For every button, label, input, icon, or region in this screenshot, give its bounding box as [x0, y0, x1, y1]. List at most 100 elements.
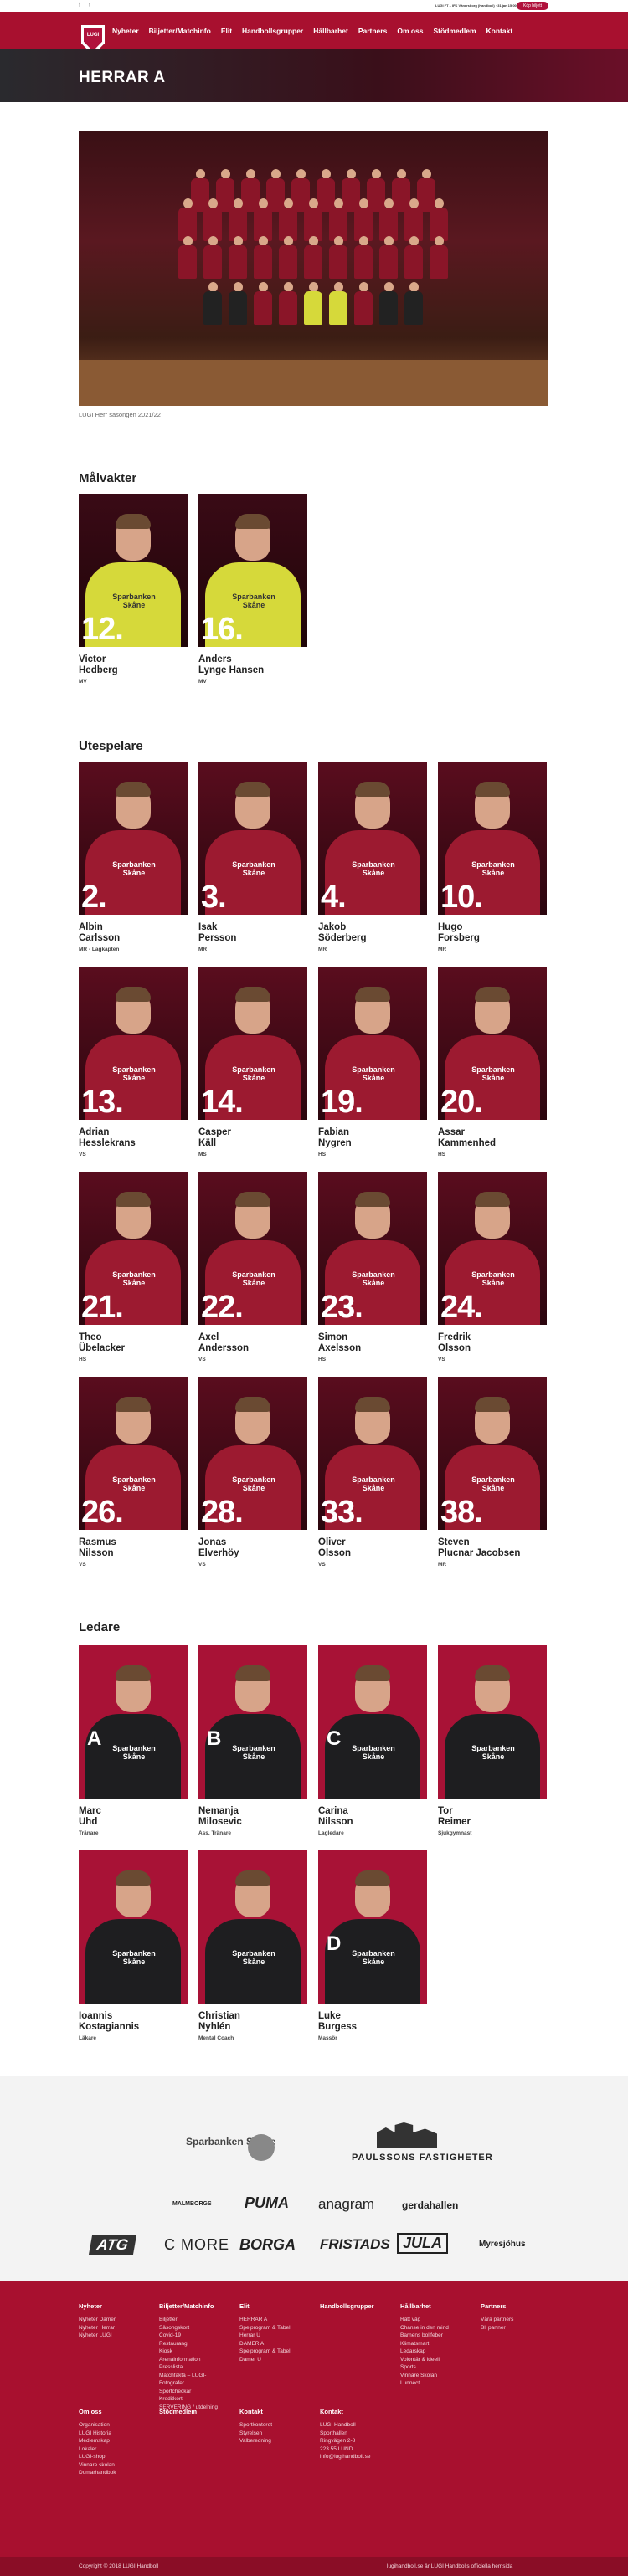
- buy-ticket-button[interactable]: Köp biljett: [517, 2, 548, 10]
- footer-link[interactable]: Styrelsen: [239, 2430, 272, 2438]
- footer-link[interactable]: Presslista: [159, 2363, 218, 2372]
- player-card[interactable]: Sparbanken Skåne 2. Albin Carlsson MR - Lagk…: [79, 762, 188, 952]
- footer-link[interactable]: Volontär & ideell: [400, 2356, 449, 2364]
- staff-card[interactable]: Sparbanken Skåne Christian Nyhlén Mental Co…: [198, 1850, 307, 2041]
- footer-link[interactable]: DAMER A: [239, 2340, 291, 2348]
- staff-card[interactable]: Sparbanken Skåne D Luke Burgess Massör: [318, 1850, 427, 2041]
- footer-link[interactable]: Nyheter Damer: [79, 2316, 116, 2324]
- footer-link[interactable]: Våra partners: [481, 2316, 513, 2324]
- player-card[interactable]: Sparbanken Skåne 23. Simon Axelsson HS: [318, 1172, 427, 1362]
- footer-link[interactable]: Vinnare Skolan: [400, 2372, 449, 2380]
- footer-link[interactable]: Rätt väg: [400, 2316, 449, 2324]
- sponsor-logo[interactable]: JULA: [397, 2233, 449, 2254]
- footer-link[interactable]: Bli partner: [481, 2324, 513, 2332]
- footer-link[interactable]: Sports: [400, 2363, 449, 2372]
- footer-column-title[interactable]: Elit: [239, 2302, 291, 2310]
- footer-link[interactable]: LUGI Handboll: [320, 2421, 370, 2430]
- nav-item[interactable]: Partners: [358, 27, 388, 35]
- footer-link[interactable]: Kreditkort: [159, 2395, 218, 2404]
- footer-link[interactable]: Ledarskap: [400, 2348, 449, 2356]
- footer-column-title[interactable]: Hållbarhet: [400, 2302, 449, 2310]
- footer-link[interactable]: Spelprogram & Tabell: [239, 2348, 291, 2356]
- footer-column-title[interactable]: Stödmedlem: [159, 2408, 197, 2415]
- nav-item[interactable]: Handbollsgrupper: [242, 27, 303, 35]
- footer-link[interactable]: Domarhandbok: [79, 2469, 116, 2477]
- footer-link[interactable]: Barnens bollfeber: [400, 2332, 449, 2340]
- player-card[interactable]: Sparbanken Skåne 33. Oliver Olsson VS: [318, 1377, 427, 1568]
- staff-card[interactable]: Sparbanken Skåne B Nemanja Milosevic Ass. Tr…: [198, 1645, 307, 1836]
- footer-link[interactable]: Covid-19: [159, 2332, 218, 2340]
- footer-link[interactable]: Lunnect: [400, 2379, 449, 2388]
- player-card[interactable]: Sparbanken Skåne 19. Fabian Nygren HS: [318, 967, 427, 1157]
- footer-link[interactable]: Arenainformation: [159, 2356, 218, 2364]
- staff-card[interactable]: Sparbanken Skåne A Marc Uhd Tränare: [79, 1645, 188, 1836]
- twitter-icon[interactable]: t: [89, 3, 95, 8]
- footer-link[interactable]: Lokaler: [79, 2445, 116, 2454]
- player-card[interactable]: Sparbanken Skåne 14. Casper Käll MS: [198, 967, 307, 1157]
- footer-link[interactable]: Damer U: [239, 2356, 291, 2364]
- player-card[interactable]: Sparbanken Skåne 12. Victor Hedberg MV: [79, 494, 188, 685]
- footer-link[interactable]: Kiosk: [159, 2348, 218, 2356]
- footer-link[interactable]: Matchfakta – LUGI-: [159, 2372, 218, 2380]
- sponsor-logo[interactable]: gerdahallen: [402, 2199, 458, 2211]
- sponsor-logo[interactable]: PAULSSONS FASTIGHETER: [352, 2153, 493, 2163]
- footer-link[interactable]: Vinnare skolan: [79, 2461, 116, 2470]
- footer-link[interactable]: HERRAR A: [239, 2316, 291, 2324]
- staff-card[interactable]: Sparbanken Skåne C Carina Nilsson Lagledare: [318, 1645, 427, 1836]
- nav-item[interactable]: Hållbarhet: [313, 27, 348, 35]
- footer-link[interactable]: LUGI-shop: [79, 2453, 116, 2461]
- sponsor-logo[interactable]: anagram: [318, 2196, 374, 2213]
- sponsor-logo[interactable]: PUMA: [245, 2194, 289, 2212]
- sponsor-logo[interactable]: MALMBORGS: [172, 2201, 212, 2207]
- player-card[interactable]: Sparbanken Skåne 21. Theo Übelacker HS: [79, 1172, 188, 1362]
- sponsor-logo[interactable]: FRISTADS: [320, 2236, 390, 2253]
- sponsor-logo[interactable]: ATG: [88, 2235, 136, 2255]
- player-card[interactable]: Sparbanken Skåne 10. Hugo Forsberg MR: [438, 762, 547, 952]
- footer-link[interactable]: Säsongskort: [159, 2324, 218, 2332]
- footer-link[interactable]: Sportcheckar: [159, 2388, 218, 2396]
- player-card[interactable]: Sparbanken Skåne 13. Adrian Hesslekrans VS: [79, 967, 188, 1157]
- footer-link[interactable]: Sportkontoret: [239, 2421, 272, 2430]
- player-card[interactable]: Sparbanken Skåne 20. Assar Kammenhed HS: [438, 967, 547, 1157]
- footer-link[interactable]: Klimatsmart: [400, 2340, 449, 2348]
- staff-card[interactable]: Sparbanken Skåne Tor Reimer Sjukgymnast: [438, 1645, 547, 1836]
- player-card[interactable]: Sparbanken Skåne 38. Steven Plucnar Jacobse…: [438, 1377, 547, 1568]
- footer-link[interactable]: Chanse in den mind: [400, 2324, 449, 2332]
- staff-card[interactable]: Sparbanken Skåne Ioannis Kostagiannis Läkar…: [79, 1850, 188, 2041]
- sponsor-logo[interactable]: Myresjöhus: [479, 2240, 526, 2249]
- footer-column-title[interactable]: Om oss: [79, 2408, 116, 2415]
- player-card[interactable]: Sparbanken Skåne 3. Isak Persson MR: [198, 762, 307, 952]
- footer-link[interactable]: info@lugihandboll.se: [320, 2453, 370, 2461]
- footer-column-title[interactable]: Nyheter: [79, 2302, 116, 2310]
- footer-link[interactable]: 223 55 LUND: [320, 2445, 370, 2454]
- player-card[interactable]: Sparbanken Skåne 22. Axel Andersson VS: [198, 1172, 307, 1362]
- nav-item[interactable]: Nyheter: [112, 27, 139, 35]
- footer-column-title[interactable]: Biljetter/Matchinfo: [159, 2302, 218, 2310]
- player-card[interactable]: Sparbanken Skåne 24. Fredrik Olsson VS: [438, 1172, 547, 1362]
- player-card[interactable]: Sparbanken Skåne 16. Anders Lynge Hansen MV: [198, 494, 307, 685]
- sponsor-logo[interactable]: BORGA: [239, 2236, 296, 2254]
- nav-item[interactable]: Biljetter/Matchinfo: [149, 27, 211, 35]
- footer-link[interactable]: Fotografer: [159, 2379, 218, 2388]
- footer-column-title[interactable]: Kontakt: [239, 2408, 272, 2415]
- footer-column-title[interactable]: Kontakt: [320, 2408, 370, 2415]
- footer-link[interactable]: Restaurang: [159, 2340, 218, 2348]
- sponsor-logo[interactable]: C MORE: [164, 2236, 229, 2254]
- nav-item[interactable]: Elit: [221, 27, 232, 35]
- footer-link[interactable]: Nyheter LUGI: [79, 2332, 116, 2340]
- footer-column-title[interactable]: Partners: [481, 2302, 513, 2310]
- facebook-icon[interactable]: f: [79, 3, 85, 8]
- footer-link[interactable]: Valberedning: [239, 2437, 272, 2445]
- footer-link[interactable]: Medlemskap: [79, 2437, 116, 2445]
- player-card[interactable]: Sparbanken Skåne 4. Jakob Söderberg MR: [318, 762, 427, 952]
- player-card[interactable]: Sparbanken Skåne 26. Rasmus Nilsson VS: [79, 1377, 188, 1568]
- footer-link[interactable]: Sporthallen: [320, 2430, 370, 2438]
- nav-item[interactable]: Om oss: [397, 27, 423, 35]
- footer-link[interactable]: Herrar U: [239, 2332, 291, 2340]
- player-card[interactable]: Sparbanken Skåne 28. Jonas Elverhöy VS: [198, 1377, 307, 1568]
- footer-link[interactable]: Ringvägen 2-8: [320, 2437, 370, 2445]
- nav-item[interactable]: Stödmedlem: [434, 27, 476, 35]
- footer-link[interactable]: LUGI Historia: [79, 2430, 116, 2438]
- footer-link[interactable]: Organisation: [79, 2421, 116, 2430]
- footer-link[interactable]: Biljetter: [159, 2316, 218, 2324]
